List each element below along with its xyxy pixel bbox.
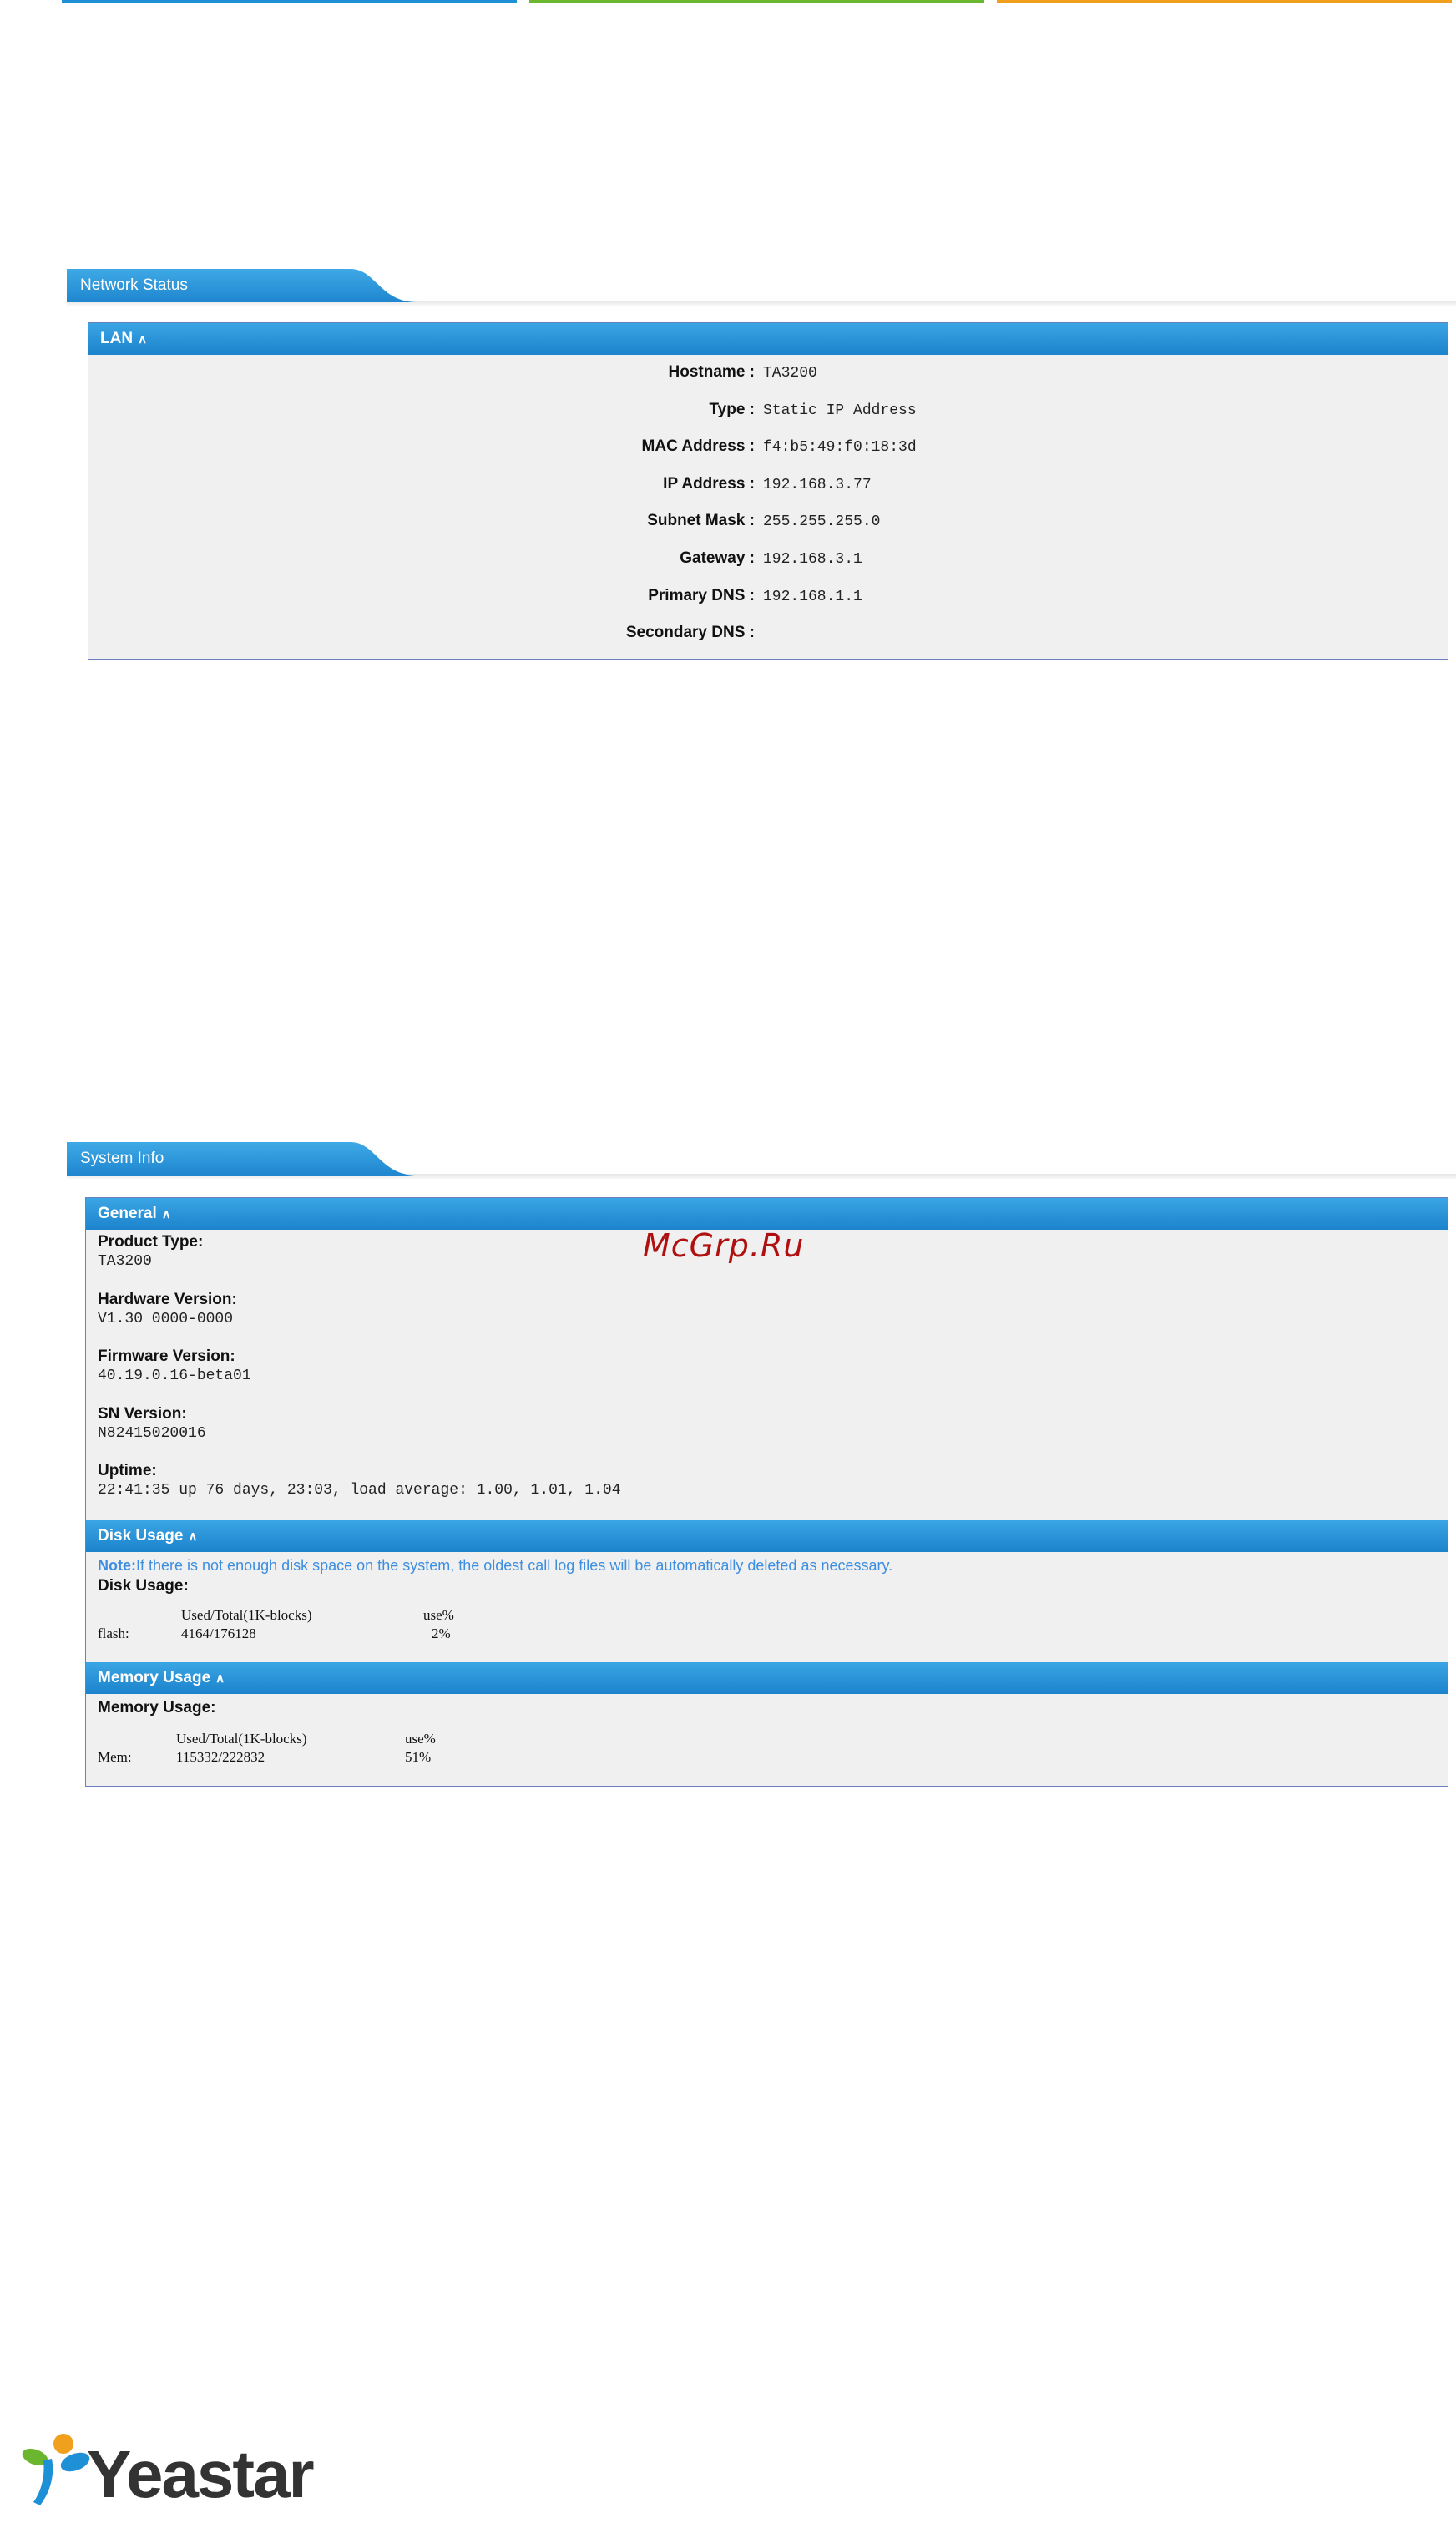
- general-item-value: TA3200: [98, 1253, 152, 1270]
- general-bar[interactable]: General ∧: [86, 1198, 1448, 1230]
- lan-row-value: Static IP Address: [763, 402, 917, 419]
- general-item-label: Firmware Version:: [98, 1347, 235, 1365]
- lan-row: Primary DNS : 192.168.1.1: [88, 579, 1448, 615]
- lan-row-label: Subnet Mask :: [647, 512, 755, 530]
- lan-row-label: Secondary DNS :: [625, 624, 755, 642]
- lan-row-label: IP Address :: [663, 474, 755, 493]
- collapse-chevron-icon[interactable]: ∧: [188, 1529, 197, 1544]
- mem-row-pct: 51%: [405, 1749, 432, 1765]
- system-info-title: System Info: [80, 1150, 164, 1167]
- lan-row-label: Gateway :: [680, 549, 755, 567]
- mem-row-used: 115332/222832: [176, 1749, 265, 1765]
- collapse-chevron-icon[interactable]: ∧: [138, 332, 147, 346]
- mem-header-pct: use%: [405, 1731, 436, 1747]
- disk-row-pct: 2%: [432, 1626, 451, 1641]
- tab-curve-shape: [317, 269, 417, 302]
- disk-header-pct: use%: [423, 1607, 454, 1623]
- general-item-label: Hardware Version:: [98, 1290, 237, 1308]
- disk-row-used: 4164/176128: [181, 1626, 256, 1641]
- watermark-text: McGrp.Ru: [643, 1227, 805, 1264]
- collapse-chevron-icon[interactable]: ∧: [215, 1671, 225, 1686]
- memory-usage-bar[interactable]: Memory Usage ∧: [86, 1662, 1448, 1694]
- lan-row-label: Type :: [709, 400, 755, 418]
- disk-row-name: flash:: [98, 1626, 129, 1641]
- mem-row-name: Mem:: [98, 1749, 132, 1765]
- general-item-label: Product Type:: [98, 1233, 204, 1251]
- disk-note: Note:If there is not enough disk space o…: [98, 1557, 892, 1575]
- lan-row: IP Address : 192.168.3.77: [88, 467, 1448, 503]
- general-item-label: SN Version:: [98, 1404, 187, 1423]
- mem-header-used: Used/Total(1K-blocks): [176, 1731, 307, 1747]
- note-prefix: Note:: [98, 1557, 136, 1574]
- top-stripe-green: [529, 0, 984, 3]
- general-label: General: [98, 1205, 157, 1222]
- general-item-label: Uptime:: [98, 1462, 157, 1479]
- lan-row-label: Hostname :: [668, 363, 755, 381]
- lan-row-label: MAC Address :: [641, 437, 755, 456]
- lan-row: Secondary DNS :: [88, 615, 1448, 652]
- network-status-tab[interactable]: Network Status: [67, 269, 331, 302]
- system-info-box: General ∧ Product Type: TA3200 Hardware Ver…: [85, 1197, 1448, 1787]
- lan-row: Hostname : TA3200: [88, 355, 1448, 392]
- disk-usage-sublabel: Disk Usage:: [98, 1577, 189, 1595]
- lan-bar[interactable]: LAN ∧: [88, 323, 1448, 355]
- lan-row-value: 192.168.1.1: [763, 588, 862, 605]
- network-status-title: Network Status: [80, 276, 188, 294]
- disk-usage-bar[interactable]: Disk Usage ∧: [86, 1520, 1448, 1552]
- disk-usage-label: Disk Usage: [98, 1527, 184, 1545]
- logo-wordmark: Yeastar: [87, 2437, 315, 2511]
- top-stripe-orange: [997, 0, 1452, 3]
- lan-row: MAC Address : f4:b5:49:f0:18:3d: [88, 429, 1448, 466]
- network-status-panel: Network Status: [67, 269, 1456, 306]
- general-item-value: 40.19.0.16-beta01: [98, 1368, 251, 1384]
- system-info-tab[interactable]: System Info: [67, 1142, 331, 1176]
- lan-row-value: 192.168.3.77: [763, 476, 872, 493]
- lan-row-value: 192.168.3.1: [763, 551, 862, 568]
- note-text: If there is not enough disk space on the…: [136, 1557, 893, 1574]
- lan-row-value: TA3200: [763, 365, 817, 382]
- tab-curve-shape: [317, 1142, 417, 1176]
- general-item-value: N82415020016: [98, 1424, 206, 1442]
- lan-row: Gateway : 192.168.3.1: [88, 541, 1448, 578]
- lan-row: Type : Static IP Address: [88, 392, 1448, 429]
- collapse-chevron-icon[interactable]: ∧: [162, 1207, 171, 1221]
- memory-usage-label: Memory Usage: [98, 1669, 211, 1686]
- lan-row-value: f4:b5:49:f0:18:3d: [763, 439, 917, 457]
- memory-usage-sublabel: Memory Usage:: [98, 1699, 216, 1717]
- general-item-value: V1.30 0000-0000: [98, 1310, 234, 1327]
- lan-label: LAN: [100, 330, 134, 347]
- disk-header-used: Used/Total(1K-blocks): [181, 1607, 312, 1623]
- top-stripe-blue: [62, 0, 517, 3]
- lan-row-label: Primary DNS :: [648, 586, 755, 604]
- general-item-value: 22:41:35 up 76 days, 23:03, load average…: [98, 1482, 621, 1499]
- lan-row: Subnet Mask : 255.255.255.0: [88, 503, 1448, 540]
- system-info-panel: System Info: [67, 1142, 1456, 1179]
- lan-box: LAN ∧ Hostname : TA3200 Type : Static IP Add…: [88, 322, 1448, 660]
- lan-row-value: 255.255.255.0: [763, 513, 881, 531]
